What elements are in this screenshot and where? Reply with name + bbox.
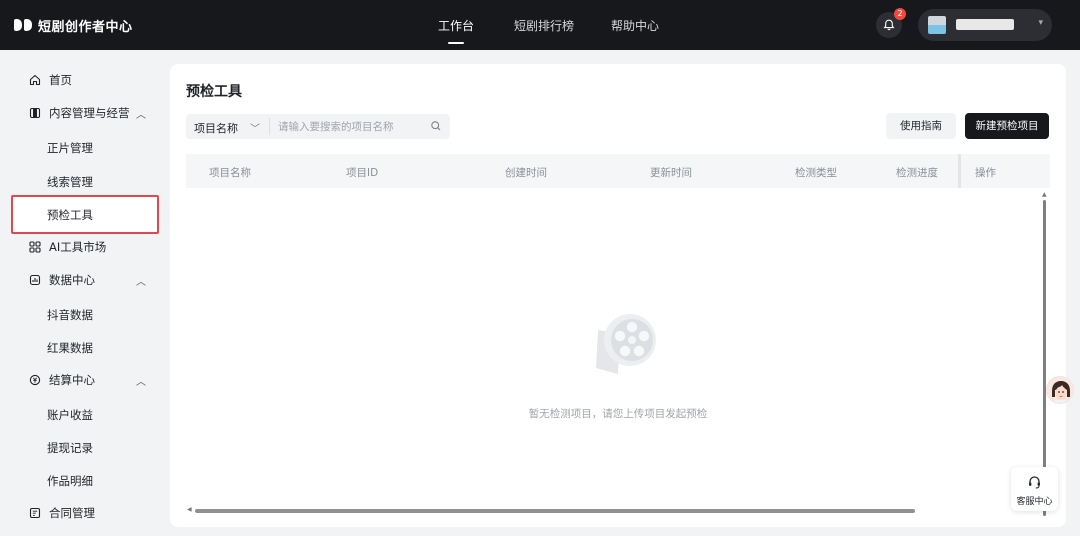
grid-icon	[28, 240, 42, 254]
guide-button[interactable]: 使用指南	[886, 113, 956, 139]
topnav-item-ranking[interactable]: 短剧排行榜	[514, 17, 574, 34]
topnav-item-workbench[interactable]: 工作台	[438, 17, 474, 44]
user-name-redacted	[956, 19, 1014, 30]
contract-icon	[28, 506, 42, 520]
empty-state-text: 暂无检测项目，请您上传项目发起预检	[528, 408, 708, 420]
assistant-face-icon	[1047, 377, 1073, 403]
scroll-up-arrow-icon[interactable]: ▲	[1042, 191, 1047, 198]
column-header-project-name: 项目名称	[209, 167, 251, 179]
customer-service-label: 客服中心	[1016, 497, 1053, 507]
main-panel: 预检工具 项目名称 ﹀ 使用指南 新建预检项目 项目名称 项目ID 创建时间 更…	[170, 64, 1066, 527]
page-title: 预检工具	[186, 84, 242, 100]
chevron-up-icon: ︿	[136, 109, 146, 121]
column-header-created-time: 创建时间	[505, 167, 547, 179]
user-menu[interactable]: ▾	[918, 9, 1052, 41]
sidebar-item-precheck[interactable]: 预检工具	[47, 207, 93, 223]
headset-icon	[1028, 475, 1041, 492]
new-precheck-button[interactable]: 新建预检项目	[965, 113, 1049, 139]
column-header-detection-progress: 检测进度	[896, 167, 938, 179]
home-icon	[28, 73, 42, 87]
sidebar-item-label: 数据中心	[49, 273, 95, 287]
chevron-up-icon: ︿	[136, 276, 146, 288]
fixed-column-divider	[958, 154, 961, 188]
avatar	[928, 16, 946, 34]
sidebar-item-label: 结算中心	[49, 373, 95, 387]
column-header-detection-type: 检测类型	[795, 167, 837, 179]
sidebar-item-hongguo-data[interactable]: 红果数据	[47, 340, 93, 356]
assistant-avatar[interactable]	[1046, 376, 1074, 404]
content-icon	[28, 106, 42, 120]
sidebar-group-settlement[interactable]: 结算中心 ︿	[12, 365, 158, 395]
search-input[interactable]	[278, 117, 428, 136]
table-header: 项目名称 项目ID 创建时间 更新时间 检测类型 检测进度 操作	[186, 154, 1050, 188]
sidebar: 首页 内容管理与经营 ︿ 正片管理 线索管理 预检工具 AI工具市场 数据中心 …	[0, 50, 170, 536]
customer-service-button[interactable]: 客服中心	[1011, 467, 1058, 511]
sidebar-item-label: 内容管理与经营	[49, 106, 130, 120]
notification-badge: 2	[894, 8, 906, 20]
sidebar-group-content[interactable]: 内容管理与经营 ︿	[12, 98, 158, 128]
sidebar-item-works-detail[interactable]: 作品明细	[47, 473, 93, 489]
sidebar-item-label: 首页	[49, 73, 72, 87]
search-icon[interactable]	[430, 120, 442, 135]
chevron-up-icon: ︿	[136, 376, 146, 388]
column-header-project-id: 项目ID	[346, 167, 379, 179]
search-divider	[269, 118, 270, 135]
chevron-down-icon[interactable]: ﹀	[250, 120, 260, 135]
sidebar-item-home[interactable]: 首页	[12, 65, 158, 95]
topnav-item-help[interactable]: 帮助中心	[611, 17, 659, 34]
coin-icon	[28, 373, 42, 387]
search-bar: 项目名称 ﹀	[186, 114, 450, 139]
chart-icon	[28, 273, 42, 287]
column-header-updated-time: 更新时间	[650, 167, 692, 179]
search-field-select[interactable]: 项目名称	[194, 120, 238, 136]
chevron-down-icon: ▾	[1038, 18, 1043, 28]
horizontal-scrollbar[interactable]	[195, 509, 915, 513]
column-header-actions: 操作	[975, 167, 996, 179]
sidebar-item-douyin-data[interactable]: 抖音数据	[47, 307, 93, 323]
sidebar-item-label: 合同管理	[49, 506, 95, 520]
sidebar-item-earnings[interactable]: 账户收益	[47, 407, 93, 423]
sidebar-item-episodes[interactable]: 正片管理	[47, 140, 93, 156]
top-bar: 短剧创作者中心 工作台 短剧排行榜 帮助中心 2 ▾	[0, 0, 1080, 50]
bell-icon	[883, 19, 895, 31]
sidebar-group-data[interactable]: 数据中心 ︿	[12, 265, 158, 295]
sidebar-item-ai-market[interactable]: AI工具市场	[12, 232, 158, 262]
sidebar-item-withdrawals[interactable]: 提现记录	[47, 440, 93, 456]
sidebar-item-label: AI工具市场	[49, 240, 107, 254]
sidebar-item-leads[interactable]: 线索管理	[47, 174, 93, 190]
film-reel-icon	[590, 312, 662, 381]
scroll-left-arrow-icon[interactable]: ◀	[187, 506, 192, 513]
sidebar-item-contract[interactable]: 合同管理	[12, 498, 158, 528]
